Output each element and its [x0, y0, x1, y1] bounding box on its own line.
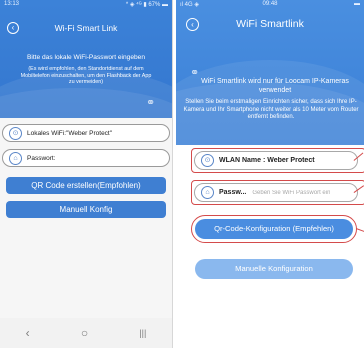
page-title: Wi-Fi Smart Link [54, 23, 118, 33]
nav-home-icon[interactable]: ○ [81, 326, 88, 340]
right-phone-screen: ıl 4G ◈ 09:48 ▬ ‹ WiFi Smartlink ⚭ WiFi … [176, 0, 364, 348]
left-status-bar: 13:13 * ◈ ⁴ᴳ ▮ 67% ▬ [0, 0, 172, 10]
hint-text: (Es wird empfohlen, den Standortdienst a… [20, 66, 152, 86]
annotation-arrow [355, 228, 364, 233]
password-input[interactable]: ⌂ Passwort: [2, 149, 170, 167]
info-detail: Stellen Sie beim erstmaligen Einrichten … [183, 99, 359, 121]
right-status-bar: ıl 4G ◈ 09:48 ▬ [176, 0, 364, 10]
nav-recents-icon[interactable]: ||| [139, 328, 146, 338]
password-label: Passwort: [27, 154, 56, 162]
status-time: 13:13 [4, 1, 20, 7]
wifi-name-field[interactable]: ⊙ Lokales WiFi:"Weber Protect" [2, 124, 170, 142]
qr-highlight-box [191, 215, 357, 243]
nav-back-icon[interactable]: ‹ [26, 326, 30, 340]
page-title: WiFi Smartlink [236, 18, 304, 30]
manual-config-button[interactable]: Manuell Konfig [6, 201, 166, 218]
status-time: 09:48 [262, 1, 278, 7]
manual-config-button[interactable]: Manuelle Konfiguration [195, 259, 353, 279]
info-title: WiFi Smartlink wird nur für Loocam IP-Ka… [201, 78, 349, 94]
wlan-highlight-box [191, 148, 364, 173]
left-phone-screen: 13:13 * ◈ ⁴ᴳ ▮ 67% ▬ ‹ Wi-Fi Smart Link … [0, 0, 173, 348]
password-highlight-box [191, 180, 364, 205]
qr-code-button[interactable]: QR Code erstellen(Empfohlen) [6, 177, 166, 194]
location-icon: ⊙ [9, 126, 22, 140]
instruction-text: Bitte das lokale WiFi-Passwort eingeben [26, 54, 145, 61]
link-icon: ⚭ [146, 97, 156, 109]
android-nav-bar: ‹ ○ ||| [0, 318, 172, 348]
lock-icon: ⌂ [9, 151, 22, 165]
wifi-name-value: Lokales WiFi:"Weber Protect" [27, 129, 113, 137]
status-indicators: * ◈ ⁴ᴳ ▮ 67% ▬ [125, 2, 168, 8]
battery-icon: ▬ [354, 1, 360, 7]
